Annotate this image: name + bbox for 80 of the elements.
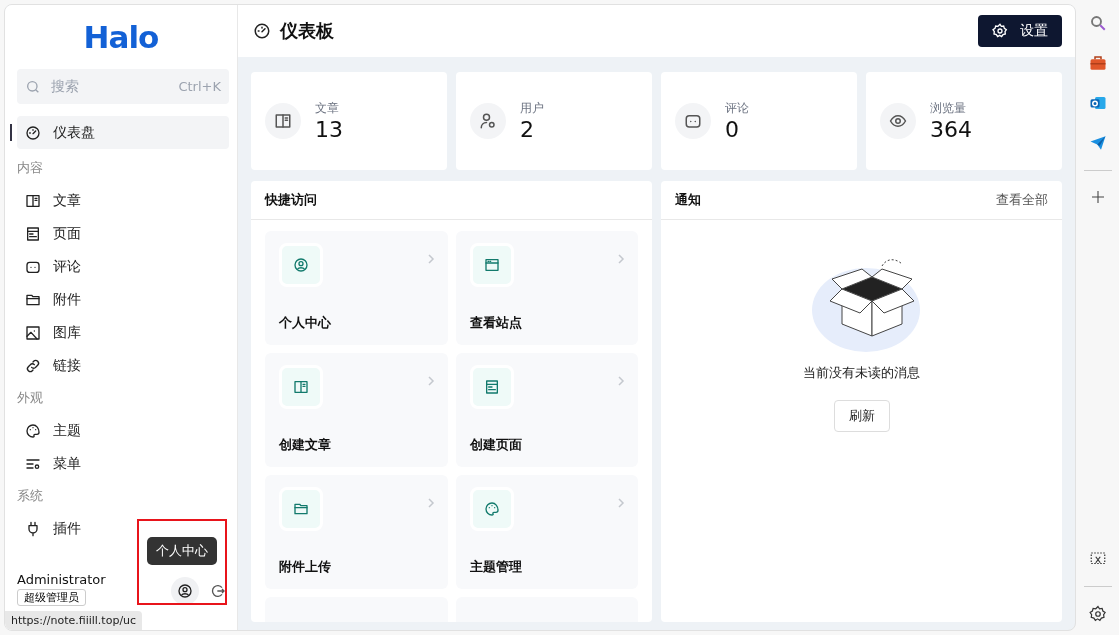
chevron-icon xyxy=(425,253,436,265)
send-icon[interactable] xyxy=(1088,134,1107,152)
nav-icon xyxy=(25,357,41,374)
chevron-icon xyxy=(616,375,626,387)
user-name: Administrator xyxy=(17,572,106,587)
settings-button[interactable]: 设置 xyxy=(978,15,1062,47)
nav-item[interactable]: 附件 xyxy=(17,283,229,316)
stat-icon xyxy=(479,112,497,130)
search-icon xyxy=(25,78,41,95)
shortcut-hint: Ctrl+K xyxy=(178,79,221,94)
tile-label: 个人中心 xyxy=(279,314,332,332)
mail-icon[interactable] xyxy=(1088,94,1107,112)
quick-tile[interactable]: 主题管理 xyxy=(455,475,638,589)
tile-label: 附件上传 xyxy=(279,558,332,576)
nav-icon xyxy=(25,192,41,209)
quick-tile[interactable]: 创建页面 xyxy=(455,353,638,467)
quick-tile[interactable]: 创建文章 xyxy=(265,353,448,467)
quick-tile[interactable]: 查看站点 xyxy=(455,231,638,345)
refresh-button[interactable]: 刷新 xyxy=(833,400,890,432)
group-title: 内容 xyxy=(16,159,44,177)
card-title: 快捷访问 xyxy=(265,191,317,209)
group-title: 系统 xyxy=(16,487,44,505)
stat-value: 364 xyxy=(930,117,972,142)
user-icon xyxy=(177,583,193,599)
tile-icon xyxy=(483,501,500,517)
chevron-icon xyxy=(616,253,626,265)
tile-label: 创建页面 xyxy=(469,436,523,454)
nav-icon xyxy=(25,124,41,141)
status-url: https://note.fiiill.top/uc xyxy=(5,611,143,630)
stat-value: 13 xyxy=(315,117,343,142)
chevron-icon xyxy=(425,497,436,509)
nav-item[interactable]: 链接 xyxy=(17,349,229,382)
nav-icon xyxy=(25,422,41,439)
tile-label: 主题管理 xyxy=(469,558,523,576)
stat-label: 用户 xyxy=(520,100,544,117)
page-title: 仪表板 xyxy=(280,19,334,43)
card-title: 通知 xyxy=(675,191,701,209)
quick-tile[interactable]: 个人中心 xyxy=(265,231,448,345)
nav-item[interactable]: 图库 xyxy=(17,316,229,349)
stat-icon xyxy=(684,112,702,130)
settings-icon[interactable] xyxy=(1088,605,1107,623)
tooltip: 个人中心 xyxy=(147,537,217,565)
dashboard-icon xyxy=(253,22,271,40)
tile-icon xyxy=(483,257,500,273)
nav-item[interactable]: 菜单 xyxy=(17,447,229,480)
nav-item[interactable]: 主题 xyxy=(17,414,229,447)
stat-label: 评论 xyxy=(725,100,749,117)
add-icon[interactable] xyxy=(1089,189,1106,205)
stat-icon xyxy=(274,112,292,130)
nav-icon xyxy=(25,324,41,341)
profile-button[interactable] xyxy=(171,577,199,605)
quick-tile[interactable]: 附件上传 xyxy=(265,475,448,589)
tile-icon xyxy=(483,379,500,395)
group-title: 外观 xyxy=(16,389,44,407)
tile-icon xyxy=(293,379,309,395)
role-badge: 超级管理员 xyxy=(17,589,86,606)
settings-icon xyxy=(992,23,1008,39)
chevron-icon xyxy=(616,497,626,509)
tile-label: 创建文章 xyxy=(279,436,332,454)
logo: Halo xyxy=(83,19,159,57)
toolbox-icon[interactable] xyxy=(1088,54,1107,72)
search-icon[interactable] xyxy=(1088,14,1107,32)
nav-icon xyxy=(25,520,41,537)
logout-icon xyxy=(210,583,226,599)
stat-icon xyxy=(889,112,907,130)
stat-value: 2 xyxy=(520,117,535,142)
view-all-link[interactable]: 查看全部 xyxy=(996,191,1048,209)
stat-label: 浏览量 xyxy=(930,100,967,117)
empty-message: 当前没有未读的消息 xyxy=(803,364,920,382)
tile-icon xyxy=(293,501,309,517)
nav-item[interactable]: 评论 xyxy=(17,250,229,283)
tile-icon xyxy=(293,257,309,273)
chevron-icon xyxy=(425,375,436,387)
stat-label: 文章 xyxy=(315,100,340,117)
tile-label: 查看站点 xyxy=(469,314,523,332)
stat-value: 0 xyxy=(725,117,740,142)
nav-icon xyxy=(25,225,41,242)
nav-item[interactable]: 页面 xyxy=(17,217,229,250)
nav-item[interactable]: 文章 xyxy=(17,184,229,217)
search-placeholder: 搜索 xyxy=(51,77,80,96)
